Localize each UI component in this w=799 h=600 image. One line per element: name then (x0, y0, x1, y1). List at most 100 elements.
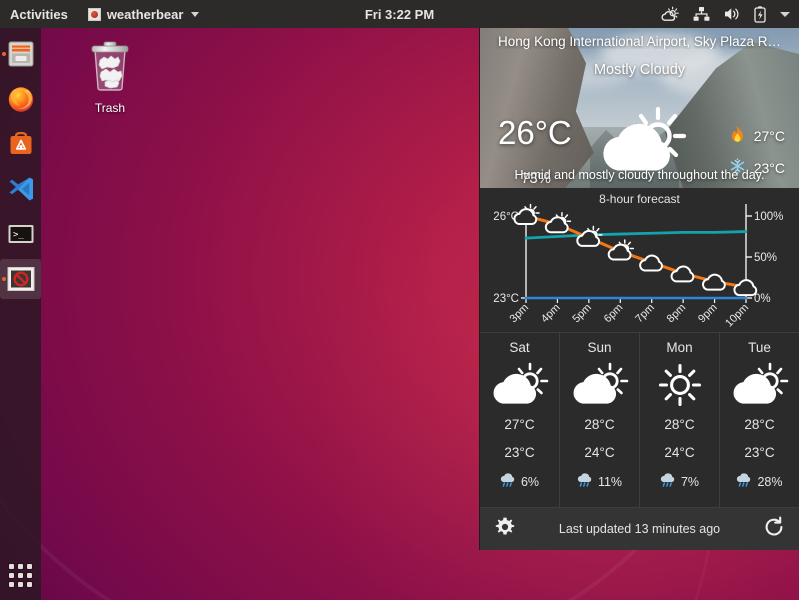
daily-forecast-card[interactable]: Mon 28°C 24°C 7% (640, 332, 720, 507)
dock: >_ (0, 28, 41, 600)
svg-text:>_: >_ (13, 230, 24, 240)
firefox-icon (6, 84, 36, 114)
battery-icon[interactable] (754, 5, 766, 23)
partly-cloudy-day-icon (607, 239, 635, 261)
cloudy-icon (639, 254, 663, 272)
day-low-temp: 24°C (584, 445, 615, 460)
clock[interactable]: Fri 3:22 PM (365, 7, 434, 22)
day-low-temp: 23°C (504, 445, 535, 460)
condition-label: Mostly Cloudy (593, 62, 686, 78)
day-name: Sat (509, 340, 530, 355)
daily-forecast-card[interactable]: Sun 28°C 24°C 11% (560, 332, 640, 507)
refresh-icon[interactable] (763, 516, 785, 543)
clear-day-icon (654, 362, 706, 408)
cloudy-icon (701, 273, 726, 291)
gear-icon[interactable] (494, 516, 516, 543)
desktop-icon-label: Trash (94, 101, 126, 115)
weatherbear-window: Hong Kong International Airport, Sky Pla… (479, 28, 799, 550)
weather-tray-icon[interactable] (661, 6, 680, 23)
running-indicator (2, 52, 6, 56)
ubuntu-software-icon (6, 129, 36, 159)
day-precipitation: 6% (500, 473, 539, 490)
svg-text:9pm: 9pm (696, 302, 720, 326)
day-high-temp: 27°C (504, 417, 535, 432)
weatherbear-window-icon (87, 7, 101, 21)
day-high-temp: 28°C (584, 417, 615, 432)
day-high-temp: 28°C (744, 417, 775, 432)
day-precipitation-value: 6% (520, 474, 540, 489)
svg-text:5pm: 5pm (570, 302, 594, 326)
top-bar: Activities weatherbear Fri 3:22 PM (0, 0, 799, 28)
dock-item-ubuntu-software[interactable] (0, 124, 41, 164)
svg-text:10pm: 10pm (723, 302, 751, 330)
rain-cloud-emoji (500, 473, 516, 490)
high-temp-row: 27°C (730, 126, 785, 146)
day-precipitation-value: 28% (757, 474, 783, 489)
rain-cloud-emoji (736, 473, 752, 490)
dock-item-weatherbear[interactable] (0, 259, 41, 299)
day-high-temp: 28°C (664, 417, 695, 432)
volume-icon[interactable] (723, 6, 741, 22)
network-icon[interactable] (693, 6, 710, 22)
terminal-icon: >_ (6, 219, 36, 249)
svg-text:100%: 100% (754, 211, 783, 223)
svg-text:6pm: 6pm (602, 302, 626, 326)
daily-forecast-card[interactable]: Sat 27°C 23°C 6% (480, 332, 560, 507)
current-temperature: 26°C (498, 114, 572, 151)
day-precipitation-value: 11% (597, 474, 623, 489)
svg-text:3pm: 3pm (507, 302, 531, 326)
chevron-down-icon (191, 11, 200, 17)
system-tray (661, 5, 791, 23)
partly-cloudy-day-icon (544, 211, 572, 234)
day-precipitation: 11% (577, 473, 622, 490)
dock-item-firefox[interactable] (0, 79, 41, 119)
hourly-forecast-chart: 8-hour forecast 26°C 23°C 100% 50% 0% 3pm 4pm 5… (480, 188, 799, 332)
day-precipitation-value: 7% (680, 474, 700, 489)
svg-text:23°C: 23°C (493, 293, 519, 305)
activities-button[interactable]: Activities (0, 7, 80, 22)
partly-cloudy-day-icon (576, 225, 603, 247)
current-conditions-panel: Hong Kong International Airport, Sky Pla… (480, 28, 799, 188)
desktop-icon-trash[interactable]: Trash (78, 38, 142, 115)
show-applications-button[interactable] (0, 556, 41, 594)
rain-cloud-emoji (577, 473, 593, 490)
fire-emoji (730, 126, 745, 146)
trash-full-icon (87, 38, 133, 97)
svg-text:50%: 50% (754, 252, 777, 264)
widget-footer: Last updated 13 minutes ago (480, 507, 799, 550)
dock-item-files[interactable] (0, 34, 41, 74)
day-low-temp: 23°C (744, 445, 775, 460)
location-label: Hong Kong International Airport, Sky Pla… (498, 34, 781, 49)
rain-cloud-emoji (660, 473, 676, 490)
files-icon (6, 39, 36, 69)
high-temp-value: 27°C (753, 128, 785, 144)
svg-text:0%: 0% (754, 293, 771, 305)
partly-cloudy-day-icon (569, 362, 631, 408)
chart-title: 8-hour forecast (599, 192, 680, 206)
system-menu-chevron-icon[interactable] (779, 10, 791, 19)
day-precipitation: 28% (736, 473, 783, 490)
apps-grid-icon (9, 563, 32, 587)
day-name: Sun (587, 340, 612, 355)
dock-item-vscode[interactable] (0, 169, 41, 209)
partly-cloudy-day-icon (513, 203, 540, 225)
cloudy-icon (733, 279, 758, 297)
app-menu-label: weatherbear (106, 6, 184, 22)
last-updated-status: Last updated 13 minutes ago (558, 522, 721, 536)
dock-item-terminal[interactable]: >_ (0, 214, 41, 254)
weatherbear-icon (7, 266, 35, 292)
app-menu-button[interactable]: weatherbear (80, 7, 208, 22)
daily-forecast-card[interactable]: Tue 28°C 23°C 28% (720, 332, 799, 507)
chart-canvas: 26°C23°C100%50%0%3pm 4pm 5pm 6pm 7pm 8pm 9pm 10… (493, 203, 783, 330)
day-low-temp: 24°C (664, 445, 695, 460)
day-name: Tue (748, 340, 771, 355)
running-indicator (2, 277, 6, 281)
vscode-icon (6, 174, 36, 204)
partly-cloudy-day-icon (489, 362, 551, 408)
daily-summary-text: Humid and mostly cloudy throughout the d… (514, 168, 765, 182)
cloudy-icon (670, 265, 695, 283)
daily-forecast-row: Sat 27°C 23°C 6% Sun 28°C 24°C 11% Mon 2… (480, 332, 799, 507)
day-precipitation: 7% (660, 473, 699, 490)
partly-cloudy-day-icon (729, 362, 791, 408)
svg-text:4pm: 4pm (539, 302, 563, 326)
